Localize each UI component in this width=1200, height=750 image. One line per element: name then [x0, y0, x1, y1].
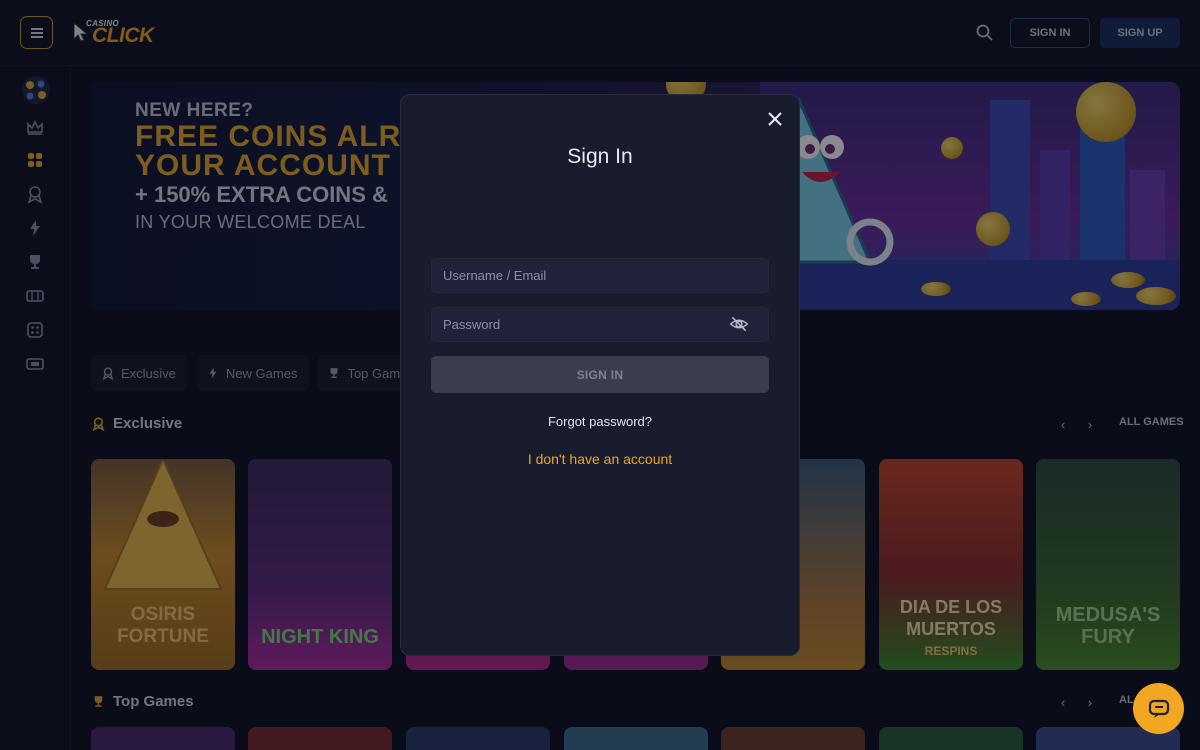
sign-in-modal: Sign In SIGN IN Forgot password? I don't… [400, 94, 800, 656]
no-account-link[interactable]: I don't have an account [401, 451, 799, 467]
password-input[interactable] [431, 307, 769, 342]
chat-widget-button[interactable] [1133, 683, 1184, 734]
username-email-input[interactable] [431, 258, 769, 293]
hide-password-icon[interactable] [729, 314, 749, 334]
modal-title: Sign In [567, 145, 633, 168]
close-icon[interactable] [765, 109, 785, 129]
sign-in-submit-button[interactable]: SIGN IN [431, 356, 769, 393]
chat-icon [1148, 699, 1169, 718]
forgot-password-link[interactable]: Forgot password? [401, 414, 799, 429]
